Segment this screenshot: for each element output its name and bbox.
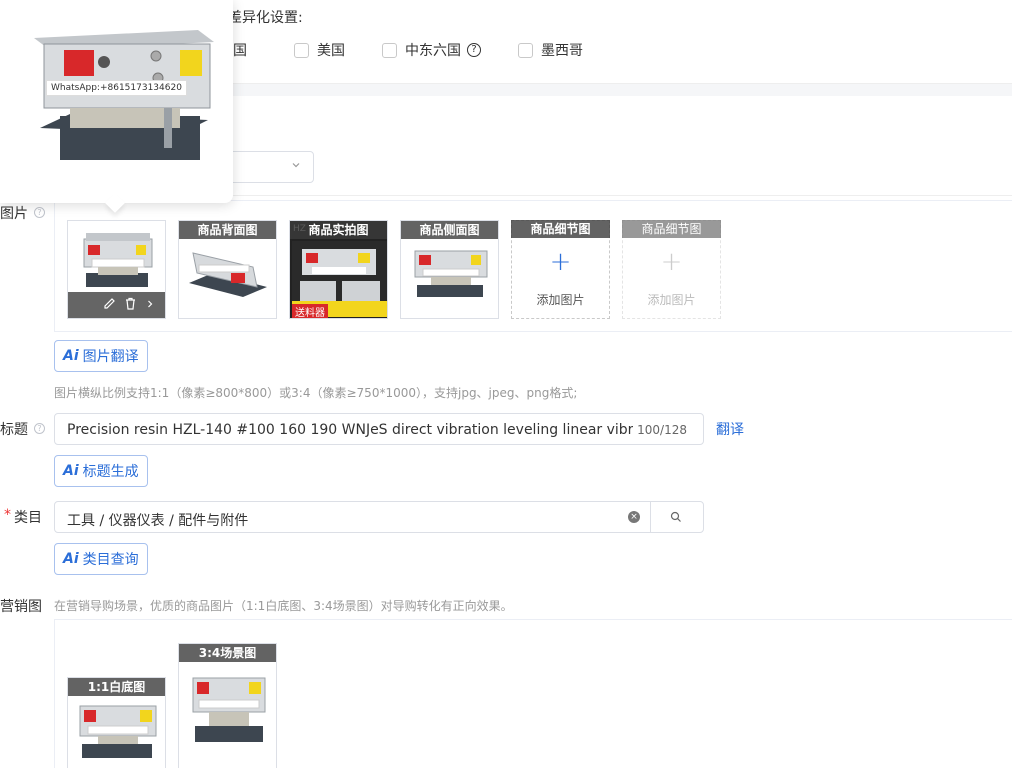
title-input[interactable]: Precision resin HZL-140 #100 160 190 WNJ…	[54, 413, 704, 445]
image-slot-main[interactable]	[67, 220, 166, 319]
slot-header: 商品细节图	[511, 220, 610, 238]
plus-icon: +	[549, 247, 572, 277]
product-photo	[189, 252, 267, 297]
product-photo	[83, 233, 153, 287]
photo-badge: 送料器	[292, 304, 328, 318]
ai-icon: Ai	[63, 463, 79, 479]
country-usa[interactable]: 美国	[294, 40, 345, 60]
images-label: 图片	[0, 206, 28, 222]
ai-title-generate-label: 标题生成	[82, 464, 139, 480]
ai-icon: Ai	[63, 551, 79, 567]
image-slot-back[interactable]: 商品背面图	[178, 220, 277, 319]
add-detail-image-slot[interactable]: 商品细节图 + 添加图片	[511, 220, 610, 319]
ai-category-query-button[interactable]: Ai 类目查询	[54, 543, 148, 575]
country-mexico-label: 墨西哥	[541, 43, 583, 59]
slot-header: 商品背面图	[179, 221, 276, 239]
ai-category-query-label: 类目查询	[82, 552, 139, 568]
ai-title-generate-button[interactable]: Ai 标题生成	[54, 455, 148, 487]
chevron-down-icon	[291, 160, 301, 173]
slot-header: 1:1白底图	[68, 678, 165, 696]
checkbox-middle-east[interactable]	[382, 42, 397, 58]
country-mexico[interactable]: 墨西哥	[518, 40, 583, 60]
add-image-text: 添加图片	[536, 293, 585, 307]
ai-image-translate-label: 图片翻译	[82, 349, 139, 365]
ai-image-translate-button[interactable]: Ai 图片翻译	[54, 340, 148, 372]
country-middle-east[interactable]: 中东六国 ?	[382, 40, 481, 60]
category-input[interactable]: 工具 / 仪器仪表 / 配件与附件 ×	[54, 501, 651, 533]
required-mark: *	[4, 507, 11, 523]
images-help-icon[interactable]: ?	[34, 207, 45, 218]
edit-icon[interactable]	[103, 297, 116, 313]
checkbox-usa[interactable]	[294, 42, 309, 58]
country-usa-label: 美国	[317, 43, 345, 59]
image-slot-side[interactable]: 商品侧面图	[400, 220, 499, 319]
image-actions	[68, 292, 165, 318]
add-image-text: 添加图片	[647, 293, 696, 307]
marketing-label: 营销图	[0, 599, 42, 615]
product-photo	[192, 677, 266, 742]
plus-icon: +	[660, 247, 683, 277]
checkbox-mexico[interactable]	[518, 42, 533, 58]
marketing-slot-scene[interactable]: 3:4场景图	[178, 643, 277, 768]
delete-icon[interactable]	[124, 297, 137, 313]
image-format-hint: 图片横纵比例支持1:1（像素≥800*800）或3:4（像素≥750*1000）…	[54, 386, 578, 400]
title-label: 标题	[0, 422, 28, 438]
chevron-right-icon[interactable]	[145, 298, 155, 312]
slot-header: 商品实拍图	[290, 221, 387, 239]
diff-settings-title: 差异化设置:	[228, 10, 303, 26]
add-detail-image-slot-disabled[interactable]: 商品细节图 + 添加图片	[622, 220, 721, 319]
search-icon	[670, 511, 682, 527]
slot-header: 商品侧面图	[401, 221, 498, 239]
product-photo	[414, 250, 488, 297]
category-search-button[interactable]	[650, 501, 704, 533]
slot-header: 商品细节图	[622, 220, 721, 238]
country-middle-east-label: 中东六国	[405, 43, 461, 59]
product-large-photo	[34, 30, 214, 160]
ai-icon: Ai	[63, 348, 79, 364]
question-icon[interactable]: ?	[467, 43, 481, 57]
marketing-slot-square[interactable]: 1:1白底图	[67, 677, 166, 768]
product-photo	[79, 705, 157, 758]
category-value: 工具 / 仪器仪表 / 配件与附件	[67, 513, 249, 529]
marketing-hint: 在营销导购场景，优质的商品图片（1:1白底图、3:4场景图）对导购转化有正向效果…	[54, 599, 513, 613]
clear-icon[interactable]: ×	[628, 511, 640, 523]
image-slot-real[interactable]: 商品实拍图 HZ 送料器	[289, 220, 388, 319]
slot-header: 3:4场景图	[179, 644, 276, 662]
title-char-count: 100/128	[637, 423, 687, 437]
watermark-label: WhatsApp:+8615173134620	[46, 80, 187, 96]
title-translate-link[interactable]: 翻译	[716, 419, 744, 439]
title-help-icon[interactable]: ?	[34, 423, 45, 434]
category-label: 类目	[14, 510, 42, 526]
image-preview-popover: WhatsApp:+8615173134620	[0, 0, 233, 203]
title-input-value: Precision resin HZL-140 #100 160 190 WNJ…	[67, 422, 633, 438]
